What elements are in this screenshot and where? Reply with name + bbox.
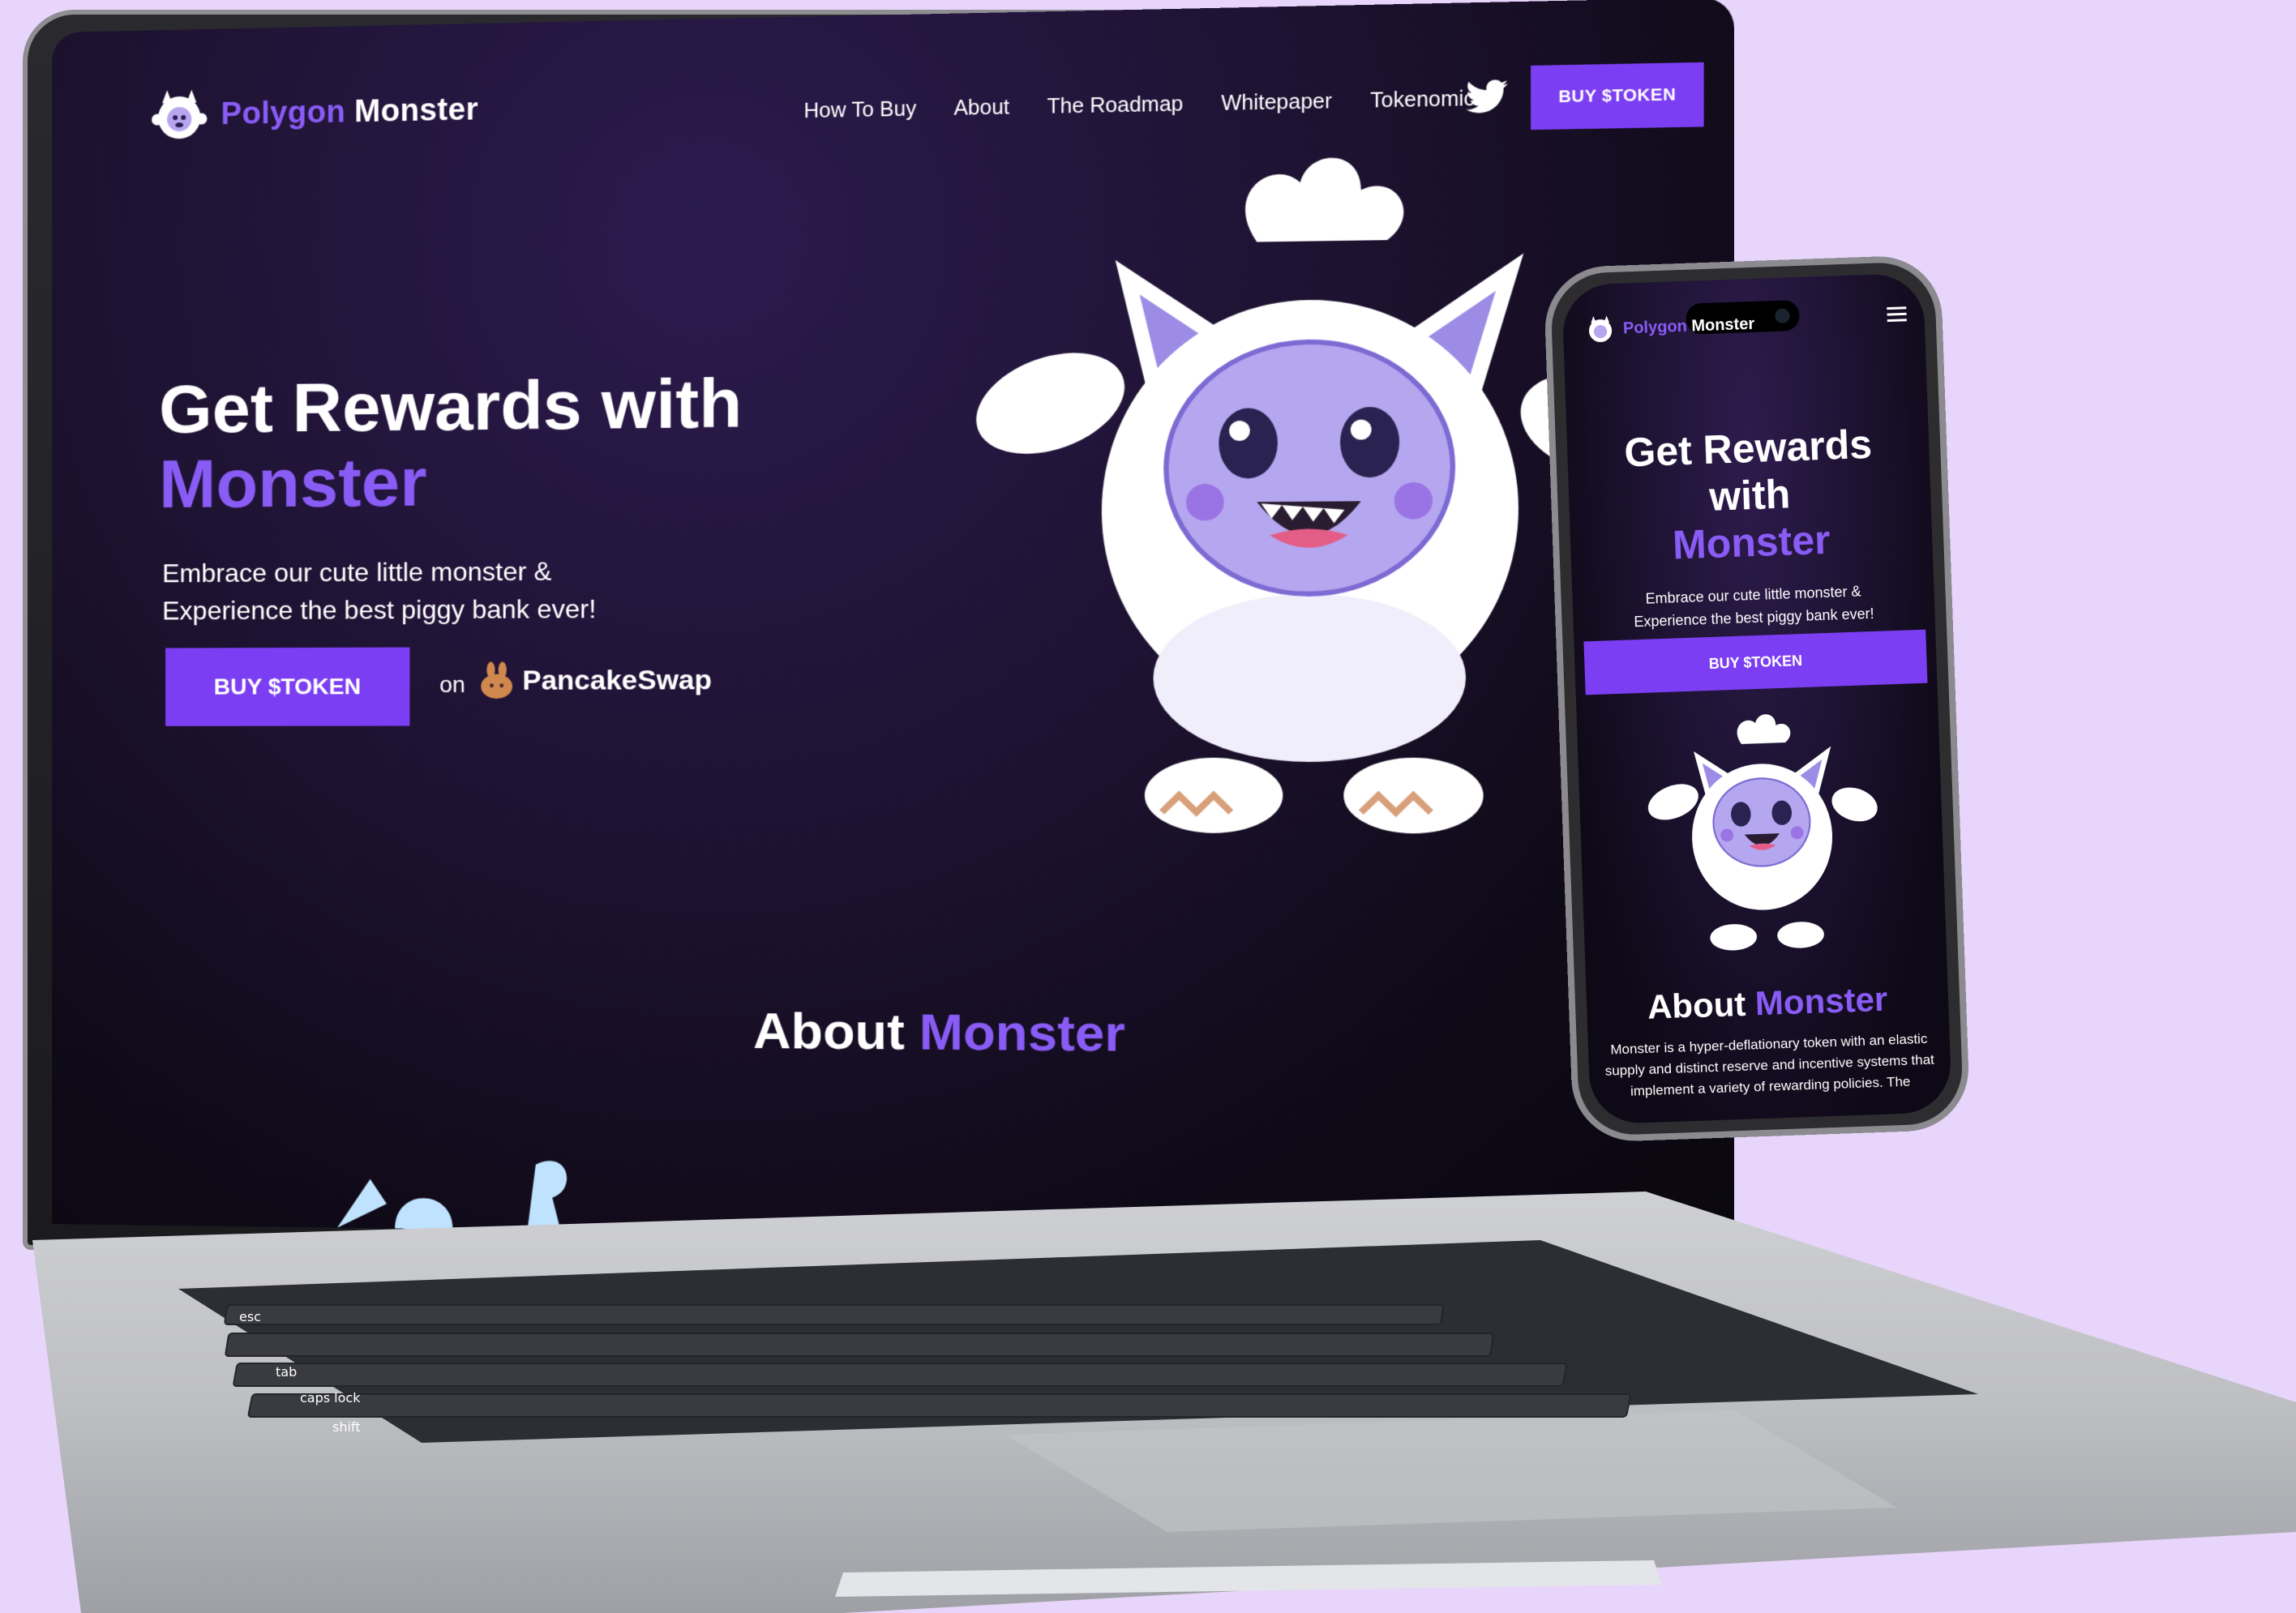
hero-title-accent: Monster [159, 441, 742, 521]
nav-links: How To Buy About The Roadmap Whitepaper … [803, 87, 1485, 123]
phone-brand-word-polygon: Polygon [1623, 317, 1688, 337]
key-caps-lock: caps lock [300, 1390, 361, 1405]
phone-about-text: Monster is a hyper-deflationary token wi… [1600, 1028, 1940, 1103]
laptop-keyboard-base: esc tab caps lock shift [32, 1192, 2296, 1613]
nav-link-how-to-buy[interactable]: How To Buy [803, 97, 916, 123]
brand-word-polygon: Polygon [221, 95, 346, 131]
nav-link-about[interactable]: About [953, 96, 1009, 121]
hamburger-menu-icon[interactable] [1887, 306, 1907, 323]
nav-link-roadmap[interactable]: The Roadmap [1047, 92, 1184, 119]
phone-brand-word-monster: Monster [1691, 314, 1755, 335]
monster-logo-icon [149, 84, 209, 146]
laptop-screen: Polygon Monster How To Buy About The Roa… [52, 0, 1734, 1247]
phone-camera-icon [1775, 308, 1790, 323]
hero-title-line1: Get Rewards with [159, 364, 742, 447]
brand-word-monster: Monster [354, 92, 478, 128]
phone-frame: Polygon Monster Get Rewards with Monster… [1543, 255, 1970, 1143]
about-title: About Monster [753, 1002, 1125, 1063]
phone-hero-title-accent: Monster [1570, 512, 1933, 572]
pancakeswap-link[interactable]: PancakeSwap [478, 661, 712, 700]
phone-hero-subtitle-line2: Experience the best piggy bank ever! [1634, 605, 1874, 630]
key-shift: shift [332, 1419, 361, 1435]
about-title-word: About [753, 1003, 905, 1061]
brand-logo[interactable]: Polygon Monster [149, 79, 478, 146]
phone-hero-title-line1: Get Rewards [1623, 421, 1872, 476]
nav-buy-token-button[interactable]: BUY $TOKEN [1531, 62, 1704, 130]
phone-hero-subtitle-line1: Embrace our cute little monster & [1645, 583, 1861, 606]
phone-brand-logo[interactable]: Polygon Monster [1583, 308, 1755, 346]
phone-screen: Polygon Monster Get Rewards with Monster… [1561, 273, 1952, 1125]
phone-about-title: About Monster [1586, 978, 1948, 1029]
hero-subtitle-line2: Experience the best piggy bank ever! [162, 594, 596, 626]
on-label: on [439, 672, 465, 698]
phone-buy-token-button[interactable]: BUY $TOKEN [1583, 630, 1927, 695]
twitter-icon[interactable] [1466, 78, 1508, 116]
pancakeswap-label: PancakeSwap [522, 664, 712, 696]
hero-buy-token-button[interactable]: BUY $TOKEN [165, 648, 409, 726]
pancakeswap-bunny-icon [478, 661, 516, 700]
hero-subtitle: Embrace our cute little monster & Experi… [162, 552, 624, 630]
phone-monster-mascot-illustration [1626, 704, 1894, 965]
hero-subtitle-line1: Embrace our cute little monster & [162, 556, 551, 588]
hero-title: Get Rewards with Monster [159, 365, 742, 521]
phone-about-title-accent: Monster [1754, 980, 1888, 1023]
phone-monster-logo-icon [1583, 313, 1617, 346]
device-mockup-scene: Polygon Monster How To Buy About The Roa… [0, 0, 2296, 1613]
nav-link-whitepaper[interactable]: Whitepaper [1221, 90, 1332, 117]
about-title-accent: Monster [919, 1003, 1125, 1063]
key-esc: esc [239, 1309, 261, 1324]
phone-hero-title-line2: with [1708, 471, 1791, 519]
phone-hero-subtitle: Embrace our cute little monster & Experi… [1596, 578, 1911, 634]
phone-hero-title: Get Rewards with Monster [1566, 418, 1933, 571]
phone-about-title-word: About [1647, 985, 1746, 1026]
key-tab: tab [276, 1364, 297, 1380]
